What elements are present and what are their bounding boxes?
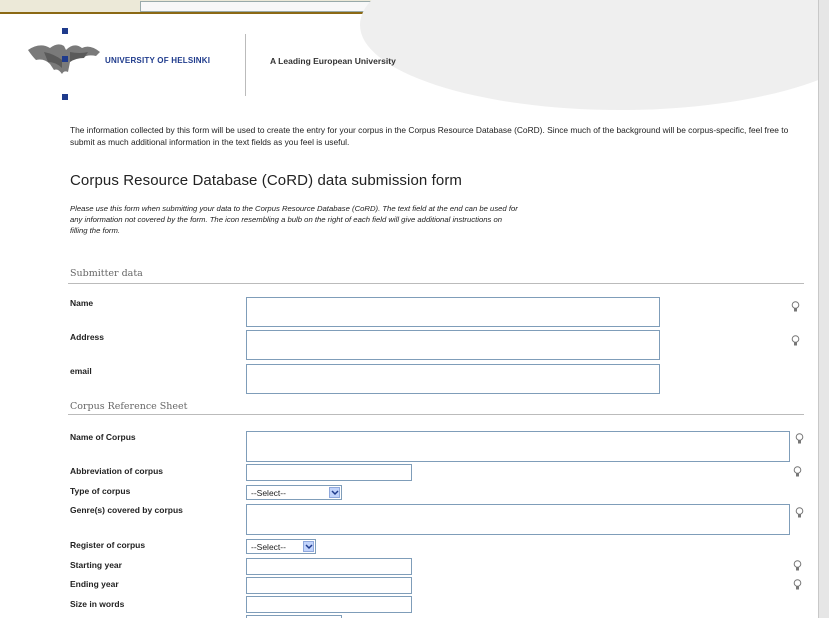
bulb-icon[interactable] — [793, 579, 802, 591]
email-label: email — [70, 366, 92, 376]
corpus-genre-field[interactable] — [246, 504, 790, 535]
name-label: Name — [70, 298, 94, 308]
size-in-words-label: Size in words — [70, 599, 125, 609]
section-divider — [68, 414, 804, 415]
corpus-genre-label: Genre(s) covered by corpus — [70, 505, 183, 515]
corpus-register-label: Register of corpus — [70, 540, 146, 550]
form-description: Please use this form when submitting you… — [70, 204, 518, 235]
university-crest-icon — [28, 28, 100, 100]
university-name[interactable]: UNIVERSITY OF HELSINKI — [105, 56, 210, 65]
corpus-name-field[interactable] — [246, 431, 790, 462]
address-label: Address — [70, 332, 105, 342]
name-field[interactable] — [246, 297, 660, 327]
ending-year-label: Ending year — [70, 579, 119, 589]
bulb-icon[interactable] — [795, 433, 804, 445]
bulb-icon[interactable] — [793, 560, 802, 572]
starting-year-field[interactable] — [246, 558, 412, 575]
corpus-type-select[interactable]: --Select-- — [246, 485, 342, 500]
bulb-icon[interactable] — [793, 466, 802, 478]
bulb-icon[interactable] — [795, 507, 804, 519]
ending-year-field[interactable] — [246, 577, 412, 594]
window-edge — [818, 0, 829, 618]
header-decoration — [360, 0, 818, 110]
corpus-register-value: --Select-- — [251, 542, 286, 552]
corpus-type-value: --Select-- — [251, 488, 286, 498]
bulb-icon[interactable] — [791, 335, 800, 347]
corpus-type-label: Type of corpus — [70, 486, 131, 496]
address-field[interactable] — [246, 330, 660, 360]
chevron-down-icon[interactable] — [303, 541, 314, 552]
starting-year-label: Starting year — [70, 560, 122, 570]
corpus-register-select[interactable]: --Select-- — [246, 539, 316, 554]
section-title-submitter: Submitter data — [70, 268, 143, 279]
browser-content: UNIVERSITY OF HELSINKI A Leading Europea… — [0, 0, 818, 618]
page-title: Corpus Resource Database (CoRD) data sub… — [70, 172, 463, 189]
header-divider — [245, 34, 246, 96]
corpus-name-label: Name of Corpus — [70, 432, 136, 442]
intro-text: The information collected by this form w… — [70, 125, 789, 147]
corpus-abbreviation-field[interactable] — [246, 464, 412, 481]
corpus-abbreviation-label: Abbreviation of corpus — [70, 466, 164, 476]
bulb-icon[interactable] — [791, 301, 800, 313]
size-in-words-field[interactable] — [246, 596, 412, 613]
email-field[interactable] — [246, 364, 660, 394]
section-title-corpus: Corpus Reference Sheet — [70, 401, 188, 412]
chevron-down-icon[interactable] — [329, 487, 340, 498]
section-divider — [68, 283, 804, 284]
header-tagline: A Leading European University — [270, 56, 396, 66]
